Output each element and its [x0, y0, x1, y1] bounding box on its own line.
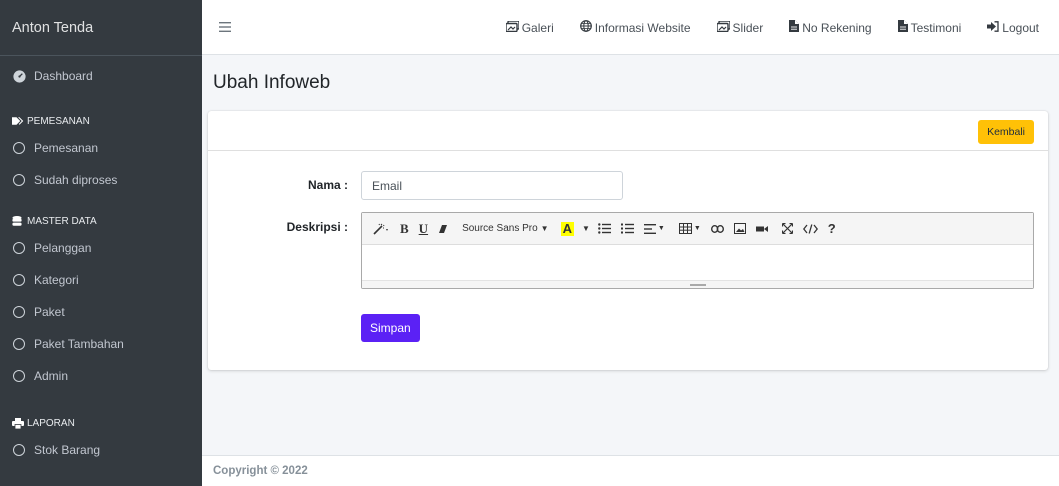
nav-link-slider[interactable]: Slider [715, 19, 763, 35]
footer: Copyright © 2022 [202, 455, 1059, 486]
file-icon [789, 20, 800, 35]
deskripsi-label: Deskripsi : [286, 220, 348, 234]
sign-out-icon [987, 20, 999, 35]
file-icon [897, 20, 908, 35]
images-icon [715, 19, 731, 35]
deskripsi-row: Deskripsi : [248, 220, 348, 234]
table-icon[interactable]: ▼ [674, 218, 706, 240]
fullscreen-icon[interactable] [777, 218, 798, 240]
nama-label: Nama : [307, 178, 348, 192]
nav-links: Galeri Informasi Website Slider No Reken… [480, 0, 1039, 55]
sidebar-item-label: Dashboard [34, 69, 93, 83]
nav-link-logout[interactable]: Logout [987, 21, 1039, 35]
dashboard-icon [12, 69, 26, 83]
sidebar-item-label: Paket Tambahan [34, 337, 124, 351]
sidebar-item-label: Pemesanan [34, 141, 99, 155]
unordered-list-icon[interactable] [593, 218, 616, 240]
resize-grip-icon [689, 283, 706, 286]
underline-icon[interactable]: U [414, 218, 433, 240]
sidebar-item-pelanggan[interactable]: Pelanggan [0, 232, 202, 264]
section-header-laporan: LAPORAN [0, 412, 202, 434]
section-header-master-data: MASTER DATA [0, 210, 202, 232]
editor-content-area[interactable] [362, 245, 1033, 280]
link-icon[interactable] [706, 218, 729, 240]
tags-icon [12, 116, 24, 126]
sidebar-item-paket[interactable]: Paket [0, 296, 202, 328]
nav-link-no-rekening[interactable]: No Rekening [789, 20, 872, 35]
sidebar-item-pemesanan[interactable]: Pemesanan [0, 132, 202, 164]
font-family-dropdown[interactable]: Source Sans Pro ▼ [457, 218, 554, 240]
sidebar-item-kategori[interactable]: Kategori [0, 264, 202, 296]
nama-row: Nama : [248, 178, 348, 192]
eraser-icon[interactable] [433, 218, 453, 240]
sidebar-item-label: Pelanggan [34, 241, 92, 255]
circle-icon [12, 273, 26, 287]
video-icon[interactable] [751, 218, 773, 240]
images-icon [505, 19, 520, 35]
sidebar: Anton Tenda Dashboard PEMESANAN Pemesana… [0, 0, 202, 486]
editor-toolbar: B U Source Sans Pro ▼ A ▼ ▼ ▼ ? [362, 213, 1033, 245]
sidebar-item-label: Paket [34, 305, 65, 319]
sidebar-item-paket-tambahan[interactable]: Paket Tambahan [0, 328, 202, 360]
align-icon[interactable]: ▼ [639, 218, 670, 240]
rich-text-editor: B U Source Sans Pro ▼ A ▼ ▼ ▼ ? [361, 212, 1034, 289]
nav-link-informasi-website[interactable]: Informasi Website [579, 20, 691, 35]
sidebar-item-admin[interactable]: Admin [0, 360, 202, 392]
save-button[interactable]: Simpan [361, 314, 420, 342]
picture-icon[interactable] [729, 218, 751, 240]
editor-resize-handle[interactable] [362, 280, 1033, 288]
sidebar-item-sudah-diproses[interactable]: Sudah diproses [0, 164, 202, 196]
nav-link-testimoni[interactable]: Testimoni [897, 20, 961, 35]
hamburger-menu-icon[interactable] [219, 19, 239, 36]
sidebar-item-label: Admin [34, 369, 69, 383]
circle-icon [12, 443, 26, 457]
brand-title[interactable]: Anton Tenda [0, 0, 202, 56]
text-color-icon[interactable]: A [556, 218, 579, 240]
sidebar-item-dashboard[interactable]: Dashboard [0, 56, 202, 96]
circle-icon [12, 173, 26, 187]
nav-link-galeri[interactable]: Galeri [505, 19, 554, 35]
circle-icon [12, 337, 26, 351]
top-navbar: Galeri Informasi Website Slider No Reken… [202, 0, 1059, 55]
sidebar-item-label: Kategori [34, 273, 79, 287]
sidebar-item-label: Stok Barang [34, 443, 101, 457]
circle-icon [12, 369, 26, 383]
bold-icon[interactable]: B [395, 218, 414, 240]
caret-down-icon: ▼ [540, 224, 549, 233]
circle-icon [12, 141, 26, 155]
ordered-list-icon[interactable] [616, 218, 639, 240]
database-icon [12, 215, 24, 227]
caret-down-icon[interactable]: ▼ [579, 218, 593, 240]
sidebar-item-stok-barang[interactable]: Stok Barang [0, 434, 202, 466]
card-header: Kembali [208, 111, 1048, 151]
magic-style-icon[interactable] [368, 218, 395, 240]
nama-input[interactable]: Email [361, 171, 623, 200]
print-icon [12, 417, 24, 429]
font-family-value: Source Sans Pro [462, 223, 538, 234]
form-card: Kembali Nama : Email Deskripsi : B U Sou… [208, 111, 1048, 370]
circle-icon [12, 305, 26, 319]
sidebar-item-label: Sudah diproses [34, 173, 118, 187]
circle-icon [12, 241, 26, 255]
section-header-pemesanan: PEMESANAN [0, 110, 202, 132]
back-button[interactable]: Kembali [978, 120, 1034, 144]
copyright-text: Copyright © 2022 [213, 465, 308, 477]
page-title: Ubah Infoweb [213, 72, 331, 93]
code-view-icon[interactable] [798, 218, 823, 240]
help-icon[interactable]: ? [823, 218, 841, 240]
globe-icon [579, 20, 592, 35]
